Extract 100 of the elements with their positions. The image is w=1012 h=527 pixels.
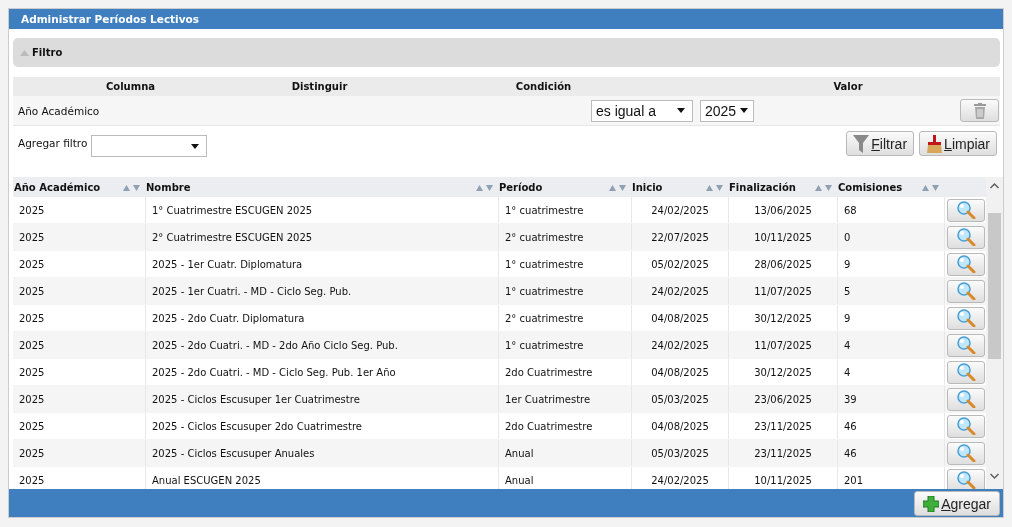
search-icon bbox=[955, 390, 976, 408]
view-button[interactable] bbox=[946, 387, 985, 411]
sort-arrows-icon bbox=[609, 183, 626, 191]
table-cell-text: 2025 bbox=[18, 203, 46, 218]
table-cell-text: 2025 bbox=[18, 392, 46, 407]
search-icon bbox=[955, 228, 976, 246]
table-cell-text: 2025 bbox=[18, 338, 46, 353]
table-cell-text: 2025 bbox=[18, 446, 46, 461]
add-button[interactable]: Agregar bbox=[914, 491, 1000, 516]
view-button[interactable] bbox=[946, 360, 985, 384]
table-cell: 11/07/2025 bbox=[728, 332, 837, 358]
trash-icon bbox=[973, 102, 986, 119]
table-cell: Anual bbox=[498, 440, 631, 466]
table-cell: 2° cuatrimestre bbox=[498, 305, 631, 331]
table-cell: 24/02/2025 bbox=[631, 278, 728, 304]
table-cell: 2025 - Ciclos Escusuper 2do Cuatrimestre bbox=[145, 413, 498, 439]
column-header[interactable]: Comisiones bbox=[838, 181, 903, 193]
view-button[interactable] bbox=[946, 414, 985, 438]
table-cell: 2025 - 2do Cuatri. - MD - Ciclo Seg. Pub. 1er Año bbox=[145, 359, 498, 385]
table-cell: 2025 - 2do Cuatri. - MD - 2do Año Ciclo Seg. Pub. bbox=[145, 332, 498, 358]
table-cell: 68 bbox=[837, 197, 944, 223]
table-cell-text: 2025 bbox=[18, 365, 46, 380]
table-cell: 10/11/2025 bbox=[728, 224, 837, 250]
table-cell: 04/08/2025 bbox=[631, 359, 728, 385]
table-cell: 39 bbox=[837, 386, 944, 412]
table-cell: 4 bbox=[837, 359, 944, 385]
broom-icon bbox=[926, 134, 943, 153]
sort-arrows-icon bbox=[706, 183, 723, 191]
filter-title: Filtro bbox=[32, 47, 63, 58]
add-filter-select[interactable] bbox=[91, 135, 208, 157]
table-cell: 5 bbox=[837, 278, 944, 304]
view-button[interactable] bbox=[946, 441, 985, 465]
table-cell: 9 bbox=[837, 251, 944, 277]
column-header: Valor bbox=[833, 81, 863, 92]
table-cell: 2° cuatrimestre bbox=[498, 224, 631, 250]
plus-icon bbox=[923, 495, 940, 512]
caret-icon bbox=[191, 143, 200, 149]
table-cell: 04/08/2025 bbox=[631, 413, 728, 439]
table-cell: 2025 - 2do Cuatr. Diplomatura bbox=[145, 305, 498, 331]
delete-button[interactable] bbox=[960, 99, 999, 122]
search-icon bbox=[955, 444, 976, 462]
table-cell: 4 bbox=[837, 332, 944, 358]
table-cell: 30/12/2025 bbox=[728, 359, 837, 385]
view-button[interactable] bbox=[946, 252, 985, 276]
table-cell: 24/02/2025 bbox=[631, 197, 728, 223]
table-cell: 11/07/2025 bbox=[728, 278, 837, 304]
table-cell: 23/11/2025 bbox=[728, 413, 837, 439]
table-cell: 2025 - 1er Cuatri. - MD - Ciclo Seg. Pub. bbox=[145, 278, 498, 304]
view-button[interactable] bbox=[946, 306, 985, 330]
table-cell: 2025 - Ciclos Escusuper Anuales bbox=[145, 440, 498, 466]
table-cell: 04/08/2025 bbox=[631, 305, 728, 331]
table-cell: 1° cuatrimestre bbox=[498, 278, 631, 304]
table-cell: 2° Cuatrimestre ESCUGEN 2025 bbox=[145, 224, 498, 250]
table-cell: 2025 - Ciclos Escusuper 1er Cuatrimestre bbox=[145, 386, 498, 412]
table-cell: 05/02/2025 bbox=[631, 251, 728, 277]
table-cell-text: 2025 bbox=[18, 311, 46, 326]
sort-arrows-icon bbox=[123, 183, 140, 191]
filter-column-label: Año Académico bbox=[18, 104, 100, 117]
filter-section-header[interactable]: Filtro bbox=[13, 38, 1000, 67]
search-icon bbox=[955, 255, 976, 273]
view-button[interactable] bbox=[946, 198, 985, 222]
table-cell: 1° cuatrimestre bbox=[498, 251, 631, 277]
search-icon bbox=[955, 282, 976, 300]
table-cell: 30/12/2025 bbox=[728, 305, 837, 331]
search-icon bbox=[955, 201, 976, 219]
sort-arrows-icon bbox=[815, 183, 832, 191]
caret-icon bbox=[677, 108, 685, 113]
view-button[interactable] bbox=[946, 333, 985, 357]
table-cell: 22/07/2025 bbox=[631, 224, 728, 250]
table-cell: 1° cuatrimestre bbox=[498, 197, 631, 223]
column-header[interactable]: Año Académico bbox=[14, 181, 101, 193]
column-header: Columna bbox=[105, 81, 155, 92]
table-cell: 05/03/2025 bbox=[631, 440, 728, 466]
table-cell: 13/06/2025 bbox=[728, 197, 837, 223]
table-cell-text: 2025 bbox=[18, 419, 46, 434]
column-header[interactable]: Finalización bbox=[729, 181, 796, 193]
table-cell: 46 bbox=[837, 413, 944, 439]
value-select[interactable]: 2025 bbox=[700, 99, 754, 122]
filter-icon bbox=[853, 134, 870, 153]
column-header[interactable]: Nombre bbox=[146, 181, 191, 193]
table-cell-text: 2025 bbox=[18, 230, 46, 245]
view-button[interactable] bbox=[946, 468, 985, 489]
sort-arrows-icon bbox=[922, 183, 939, 191]
table-cell: 1er Cuatrimestre bbox=[498, 386, 631, 412]
search-icon bbox=[955, 471, 976, 489]
clear-button[interactable]: Limpiar bbox=[919, 131, 997, 156]
table-cell: 46 bbox=[837, 440, 944, 466]
view-button[interactable] bbox=[946, 225, 985, 249]
table-cell: 2do Cuatrimestre bbox=[498, 413, 631, 439]
column-header[interactable]: Inicio bbox=[632, 181, 663, 193]
table-cell: 28/06/2025 bbox=[728, 251, 837, 277]
filter-button[interactable]: Filtrar bbox=[846, 131, 915, 156]
column-header[interactable]: Período bbox=[499, 181, 543, 193]
table-cell-text: 2025 bbox=[18, 284, 46, 299]
view-button[interactable] bbox=[946, 279, 985, 303]
search-icon bbox=[955, 363, 976, 381]
condition-select[interactable]: es igual a bbox=[591, 99, 693, 122]
table-cell: 9 bbox=[837, 305, 944, 331]
search-icon bbox=[955, 336, 976, 354]
table-cell-text: 2025 bbox=[18, 473, 46, 488]
